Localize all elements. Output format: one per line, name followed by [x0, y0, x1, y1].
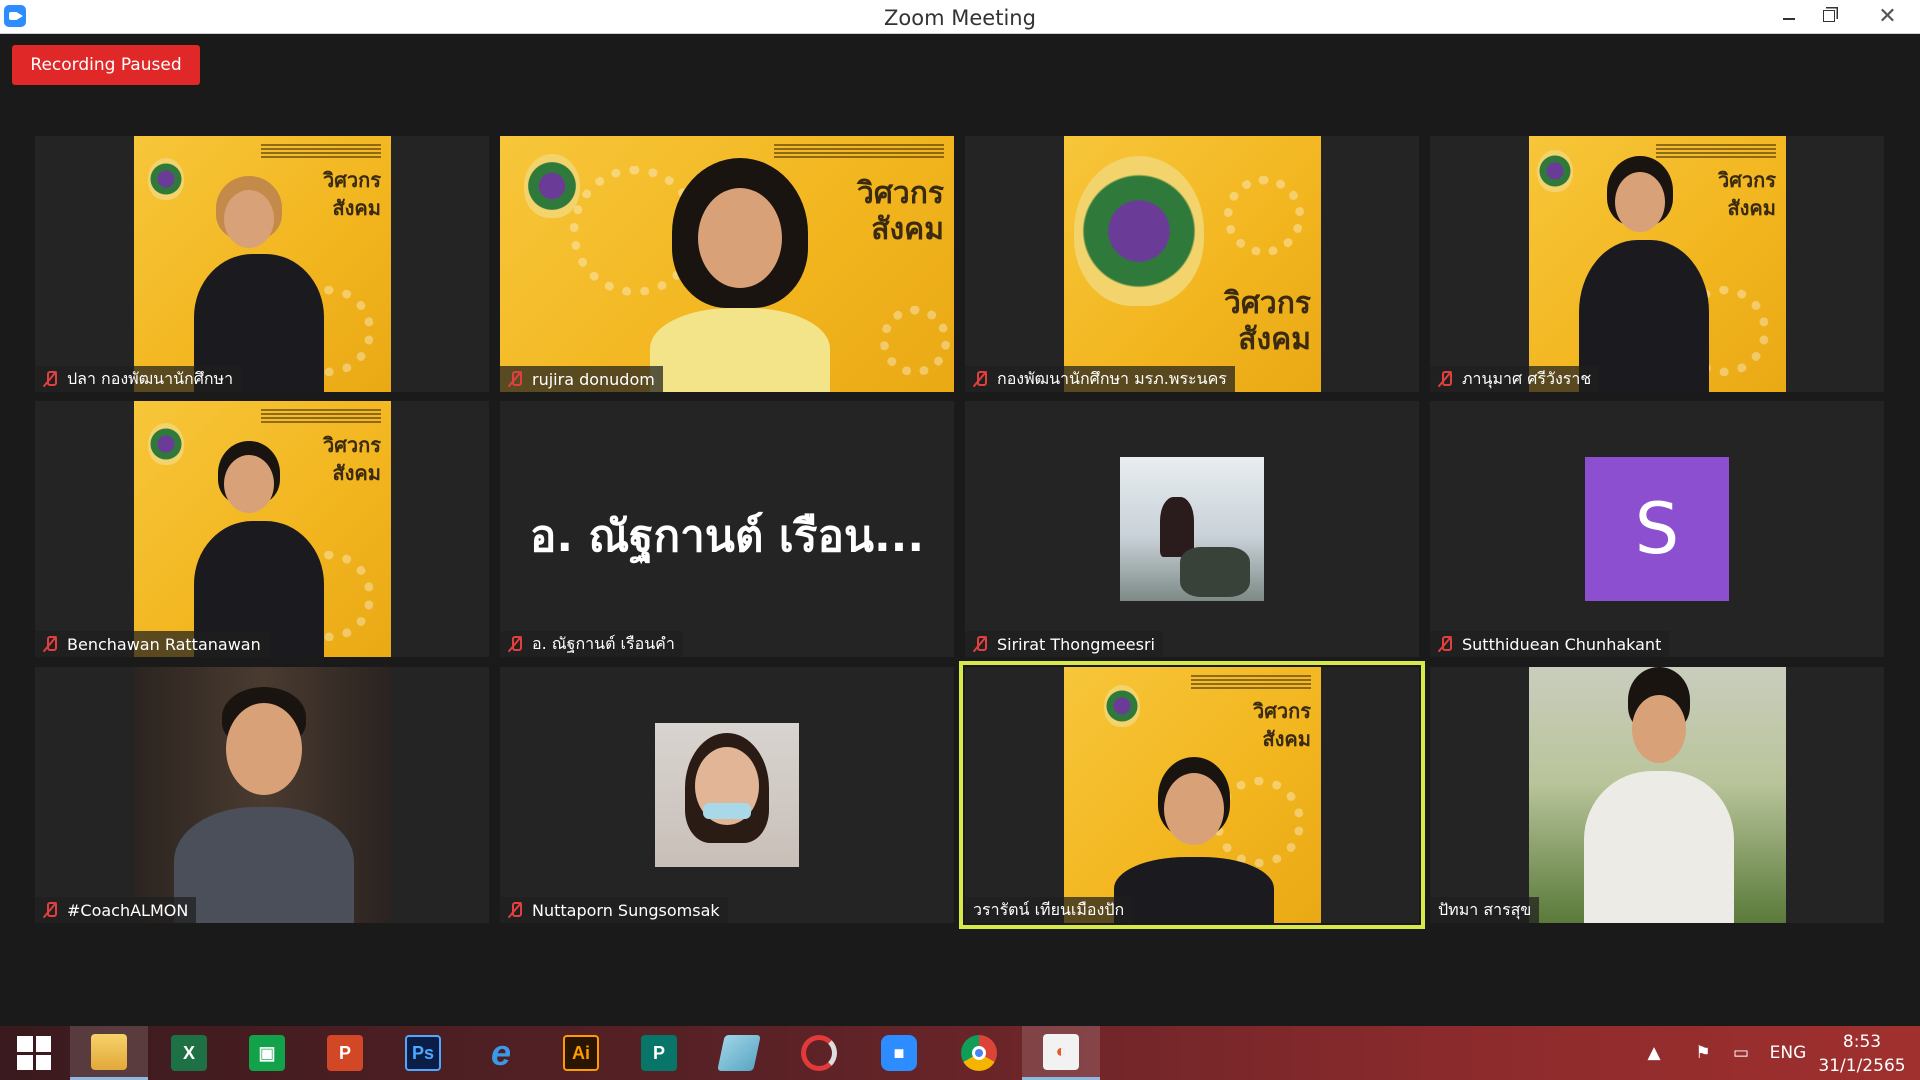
mic-muted-icon: [973, 370, 987, 388]
participant-name-tag: Nuttaporn Sungsomsak: [500, 897, 728, 923]
participant-tile[interactable]: วิศวกร สังคม ปลา กองพัฒนานักศึกษา: [35, 136, 489, 392]
poster-title: วิศวกร สังคม: [1223, 286, 1311, 357]
participant-video: วิศวกร สังคม: [500, 136, 954, 392]
taskbar-app-photos[interactable]: ◐: [1022, 1026, 1100, 1080]
participant-name-tag: #CoachALMON: [35, 897, 197, 923]
action-center-flag[interactable]: ⚑: [1688, 1026, 1718, 1080]
mic-muted-icon: [1438, 370, 1452, 388]
notes-icon: [717, 1035, 761, 1071]
participant-name-tag: rujira donudom: [500, 366, 663, 392]
taskbar-app-photoscape[interactable]: [780, 1026, 858, 1080]
participant-video: วิศวกร สังคม: [134, 401, 391, 657]
excel-icon: X: [171, 1035, 207, 1071]
taskbar-app-powerpoint[interactable]: P: [306, 1026, 384, 1080]
taskbar-app-file-explorer[interactable]: [70, 1026, 148, 1080]
participant-profile-photo: [655, 723, 799, 867]
participant-name-tag: ปัทมา สารสุข: [1430, 897, 1540, 923]
photoshop-icon: Ps: [405, 1035, 441, 1071]
participant-profile-photo: [1120, 457, 1264, 601]
participant-video: วิศวกร สังคม: [1064, 667, 1321, 923]
participant-video: วิศวกร สังคม: [134, 136, 391, 392]
participant-display-name: อ. ณัฐกานต์ เรือน...: [529, 511, 925, 562]
clock-date: 31/1/2565: [1818, 1056, 1906, 1076]
taskbar-app-chrome[interactable]: [940, 1026, 1018, 1080]
store-icon: ▣: [249, 1035, 285, 1071]
illustrator-icon: Ai: [563, 1035, 599, 1071]
show-hidden-icons-button[interactable]: ▲: [1640, 1026, 1668, 1080]
start-button[interactable]: [0, 1026, 68, 1080]
taskbar-app-notes[interactable]: [700, 1026, 778, 1080]
participant-name-tag: ภานุมาศ ศรีวังราช: [1430, 366, 1600, 392]
zoom-icon: ■: [881, 1035, 917, 1071]
mic-muted-icon: [43, 901, 57, 919]
participant-tile[interactable]: Sirirat Thongmeesri: [965, 401, 1419, 657]
participant-tile[interactable]: S Sutthiduean Chunhakant: [1430, 401, 1884, 657]
photoscape-icon: [801, 1035, 837, 1071]
folder-icon: [91, 1033, 127, 1070]
participant-tile[interactable]: วิศวกร สังคม ภานุมาศ ศรีวังราช: [1430, 136, 1884, 392]
photos-icon: ◐: [1043, 1033, 1079, 1070]
network-status[interactable]: ▭: [1726, 1026, 1756, 1080]
input-language[interactable]: ENG: [1766, 1026, 1810, 1080]
mic-muted-icon: [43, 370, 57, 388]
participant-tile[interactable]: วิศวกร สังคม rujira donudom: [500, 136, 954, 392]
windows-logo-icon: [17, 1036, 51, 1070]
participant-tile[interactable]: วิศวกร สังคม กองพัฒนานักศึกษา มรภ.พระนคร: [965, 136, 1419, 392]
poster-title: วิศวกร สังคม: [856, 176, 944, 247]
participant-tile[interactable]: วิศวกร สังคม Benchawan Rattanawan: [35, 401, 489, 657]
participant-video: วิศวกร สังคม: [1529, 136, 1786, 392]
taskbar-app-zoom[interactable]: ■: [860, 1026, 938, 1080]
participant-name-tag: Sirirat Thongmeesri: [965, 631, 1163, 657]
participant-name-tag: กองพัฒนานักศึกษา มรภ.พระนคร: [965, 366, 1235, 392]
participant-tile[interactable]: อ. ณัฐกานต์ เรือน... อ. ณัฐกานต์ เรือนคำ: [500, 401, 954, 657]
chevron-up-icon: ▲: [1647, 1043, 1661, 1063]
poster-title: วิศวกร สังคม: [1252, 699, 1311, 751]
recording-paused-badge[interactable]: Recording Paused: [12, 45, 200, 85]
taskbar-app-publisher[interactable]: P: [620, 1026, 698, 1080]
taskbar-app-internet-explorer[interactable]: e: [462, 1026, 540, 1080]
restore-button[interactable]: [1804, 0, 1854, 32]
participant-tile-active-speaker[interactable]: วิศวกร สังคม วรารัตน์ เทียนเมืองปัก: [959, 661, 1425, 929]
mic-muted-icon: [973, 635, 987, 653]
powerpoint-icon: P: [327, 1035, 363, 1071]
participant-name-tag: อ. ณัฐกานต์ เรือนคำ: [500, 631, 683, 657]
taskbar-app-photoshop[interactable]: Ps: [384, 1026, 462, 1080]
network-icon: ▭: [1732, 1043, 1750, 1063]
mic-muted-icon: [508, 635, 522, 653]
taskbar-app-illustrator[interactable]: Ai: [542, 1026, 620, 1080]
participant-tile[interactable]: #CoachALMON: [35, 667, 489, 923]
participant-name-tag: ปลา กองพัฒนานักศึกษา: [35, 366, 242, 392]
chrome-icon: [961, 1035, 997, 1071]
participant-tile[interactable]: ปัทมา สารสุข: [1430, 667, 1884, 923]
mic-muted-icon: [1438, 635, 1452, 653]
mic-muted-icon: [43, 635, 57, 653]
participant-name-tag: Benchawan Rattanawan: [35, 631, 269, 657]
publisher-icon: P: [641, 1035, 677, 1071]
flag-icon: ⚑: [1695, 1043, 1711, 1063]
participant-video: วิศวกร สังคม: [1064, 136, 1321, 392]
window-title: Zoom Meeting: [884, 6, 1036, 30]
close-icon: ✕: [1878, 3, 1897, 29]
participant-name-tag: วรารัตน์ เทียนเมืองปัก: [965, 897, 1133, 923]
mic-muted-icon: [508, 370, 522, 388]
mic-muted-icon: [508, 901, 522, 919]
title-bar: Zoom Meeting ✕: [0, 0, 1920, 34]
participant-tile[interactable]: Nuttaporn Sungsomsak: [500, 667, 954, 923]
taskbar-app-store[interactable]: ▣: [228, 1026, 306, 1080]
participant-avatar: S: [1585, 457, 1729, 601]
clock-time: 8:53: [1842, 1032, 1882, 1052]
participant-video: [1529, 667, 1786, 923]
participant-video: [134, 667, 391, 923]
poster-title: วิศวกร สังคม: [1717, 168, 1776, 220]
participant-name-tag: Sutthiduean Chunhakant: [1430, 631, 1670, 657]
taskbar-app-excel[interactable]: X: [150, 1026, 228, 1080]
windows-taskbar: X ▣ P Ps e Ai P ■ ◐ ▲ ⚑ ▭ ENG 8:53 31/1/…: [0, 1026, 1920, 1080]
internet-explorer-icon: e: [490, 1032, 512, 1073]
close-button[interactable]: ✕: [1855, 0, 1920, 32]
system-clock[interactable]: 8:53 31/1/2565: [1812, 1030, 1912, 1078]
